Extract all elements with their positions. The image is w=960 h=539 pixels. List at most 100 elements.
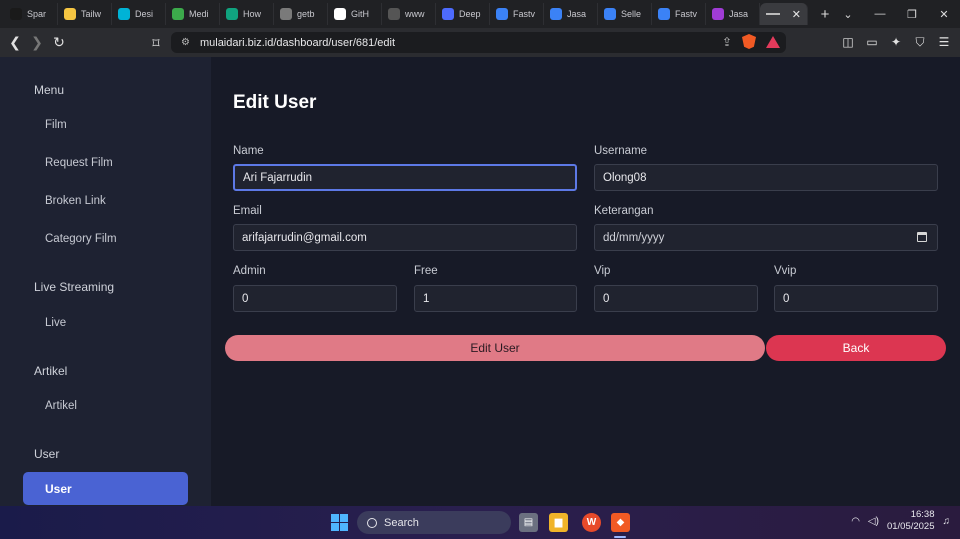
search-label: Search	[384, 516, 419, 529]
github-icon	[334, 8, 346, 20]
browser-tab[interactable]: Deep	[436, 3, 490, 25]
calendar-icon[interactable]	[917, 232, 927, 242]
brave-browser-icon[interactable]: ◆	[611, 513, 630, 532]
date-placeholder: dd/mm/yyyy	[603, 231, 665, 244]
leo-ai-icon[interactable]: ✦	[886, 32, 906, 52]
menu-icon[interactable]: ☰	[934, 32, 954, 52]
close-tab-icon[interactable]: ✕	[792, 8, 801, 21]
browser-tab-label: Medi	[189, 9, 209, 19]
file-explorer-icon[interactable]: ▆	[549, 513, 568, 532]
browser-tab[interactable]: Tailw	[58, 3, 112, 25]
vvip-label: Vvip	[774, 265, 797, 277]
browser-tab-label: Selle	[621, 9, 642, 19]
sidebar-item-film[interactable]: Film	[45, 119, 67, 131]
volume-icon[interactable]: ◁)	[868, 516, 879, 527]
clock-date: 01/05/2025	[886, 521, 935, 532]
tab-active[interactable]: ✕	[760, 3, 808, 25]
restore-button[interactable]: ❐	[896, 8, 928, 21]
vip-input[interactable]	[594, 285, 758, 312]
vip-label: Vip	[594, 265, 611, 277]
minimize-button[interactable]: —	[864, 8, 896, 20]
sidebar-item-broken-link[interactable]: Broken Link	[45, 195, 106, 207]
browser-tab[interactable]: Desi	[112, 3, 166, 25]
sidebar-item-category-film[interactable]: Category Film	[45, 233, 117, 245]
task-view-icon[interactable]: ▤	[519, 513, 538, 532]
windows-start-icon[interactable]	[331, 514, 348, 531]
address-bar[interactable]: ⚙ mulaidari.biz.id/dashboard/user/681/ed…	[171, 32, 786, 53]
window-controls: ⌄ — ❐ ✕	[832, 0, 960, 28]
browser-tab-label: GitH	[351, 9, 369, 19]
free-input[interactable]	[414, 285, 577, 312]
browser-tab[interactable]: How	[220, 3, 274, 25]
browser-tab-label: getb	[297, 9, 315, 19]
sidebar-item-artikel[interactable]: Artikel	[45, 400, 77, 412]
lambda-icon	[496, 8, 508, 20]
browser-tab[interactable]: Medi	[166, 3, 220, 25]
vvip-input[interactable]	[774, 285, 938, 312]
bootstrap-icon	[280, 8, 292, 20]
emoji-icon	[64, 8, 76, 20]
loading-icon	[766, 13, 780, 15]
keterangan-date-input[interactable]: dd/mm/yyyy	[594, 224, 938, 251]
clock[interactable]: 16:38 01/05/2025	[887, 509, 935, 533]
browser-tab[interactable]: Fastv	[490, 3, 544, 25]
sidebar-heading-menu: Menu	[34, 83, 65, 97]
brave-shield-icon[interactable]	[742, 34, 756, 49]
share-icon[interactable]: ⇪	[722, 35, 732, 49]
browser-toolbar: ❮ ❯ ↻ ⌑ ⚙ mulaidari.biz.id/dashboard/use…	[0, 28, 960, 57]
sidebar-heading-live-streaming: Live Streaming	[34, 280, 115, 294]
username-input[interactable]	[594, 164, 938, 191]
site-settings-icon[interactable]: ⚙	[181, 37, 190, 48]
toolbar-right: ◫ ▭ ✦ ⛉ ☰	[838, 32, 954, 52]
browser-tab[interactable]: getb	[274, 3, 328, 25]
browser-tab[interactable]: www	[382, 3, 436, 25]
browser-tab[interactable]: Selle	[598, 3, 652, 25]
search-icon	[367, 517, 377, 528]
taskbar-search[interactable]: Search	[357, 511, 511, 534]
taskbar: Search ▤ ▆ W ◆ ◠ ◁) 16:38 01/05/2025 ♫	[0, 506, 960, 539]
sidebar: Menu Film Request Film Broken Link Categ…	[0, 57, 211, 506]
brave-rewards-icon[interactable]	[766, 35, 780, 48]
back-button[interactable]: Back	[766, 335, 946, 361]
lambda-icon	[550, 8, 562, 20]
system-tray: ◠ ◁) 16:38 01/05/2025 ♫	[851, 509, 950, 533]
sidebar-toggle-icon[interactable]: ◫	[838, 32, 858, 52]
browser-tab-label: How	[243, 9, 262, 19]
sidebar-item-live[interactable]: Live	[45, 317, 66, 329]
main-content: Edit User Name Username Email Keterangan…	[211, 57, 960, 506]
browser-tab-label: Desi	[135, 9, 154, 19]
browser-tab[interactable]: Jasa	[706, 3, 760, 25]
browser-tab[interactable]: Fastv	[652, 3, 706, 25]
back-nav-icon[interactable]: ❮	[4, 32, 26, 54]
tab-list: Spar Tailw Desi Medi How getb GitH www Deep Fastv…	[0, 0, 760, 28]
wps-office-icon[interactable]: W	[582, 513, 601, 532]
browser-tab-label: Fastv	[513, 9, 536, 19]
username-label: Username	[594, 145, 648, 157]
edit-user-button[interactable]: Edit User	[225, 335, 765, 361]
browser-tab[interactable]: Spar	[4, 3, 58, 25]
name-input[interactable]	[233, 164, 577, 191]
browser-tab[interactable]: Jasa	[544, 3, 598, 25]
leaf-icon	[172, 8, 184, 20]
admin-input[interactable]	[233, 285, 397, 312]
page-title: Edit User	[233, 92, 317, 113]
sidebar-item-user[interactable]: User	[23, 472, 188, 505]
sidebar-item-request-film[interactable]: Request Film	[45, 157, 113, 169]
browser-tab-label: www	[405, 9, 425, 19]
reload-icon[interactable]: ↻	[48, 32, 70, 54]
wifi-icon[interactable]: ◠	[851, 516, 860, 527]
admin-label: Admin	[233, 265, 266, 277]
browser-tab[interactable]: GitH	[328, 3, 382, 25]
dot-icon	[388, 8, 400, 20]
bookmark-icon[interactable]: ⌑	[145, 32, 167, 54]
notification-bell-icon[interactable]: ♫	[943, 516, 951, 527]
email-input[interactable]	[233, 224, 577, 251]
url-text[interactable]: mulaidari.biz.id/dashboard/user/681/edit	[200, 37, 395, 49]
tab-search-icon[interactable]: ⌄	[832, 8, 864, 21]
close-window-button[interactable]: ✕	[928, 8, 960, 21]
vpn-icon[interactable]: ⛉	[910, 32, 930, 52]
browser-tab-label: Deep	[459, 9, 481, 19]
forward-nav-icon[interactable]: ❯	[26, 32, 48, 54]
wallet-icon[interactable]: ▭	[862, 32, 882, 52]
browser-tab-label: Fastv	[675, 9, 698, 19]
